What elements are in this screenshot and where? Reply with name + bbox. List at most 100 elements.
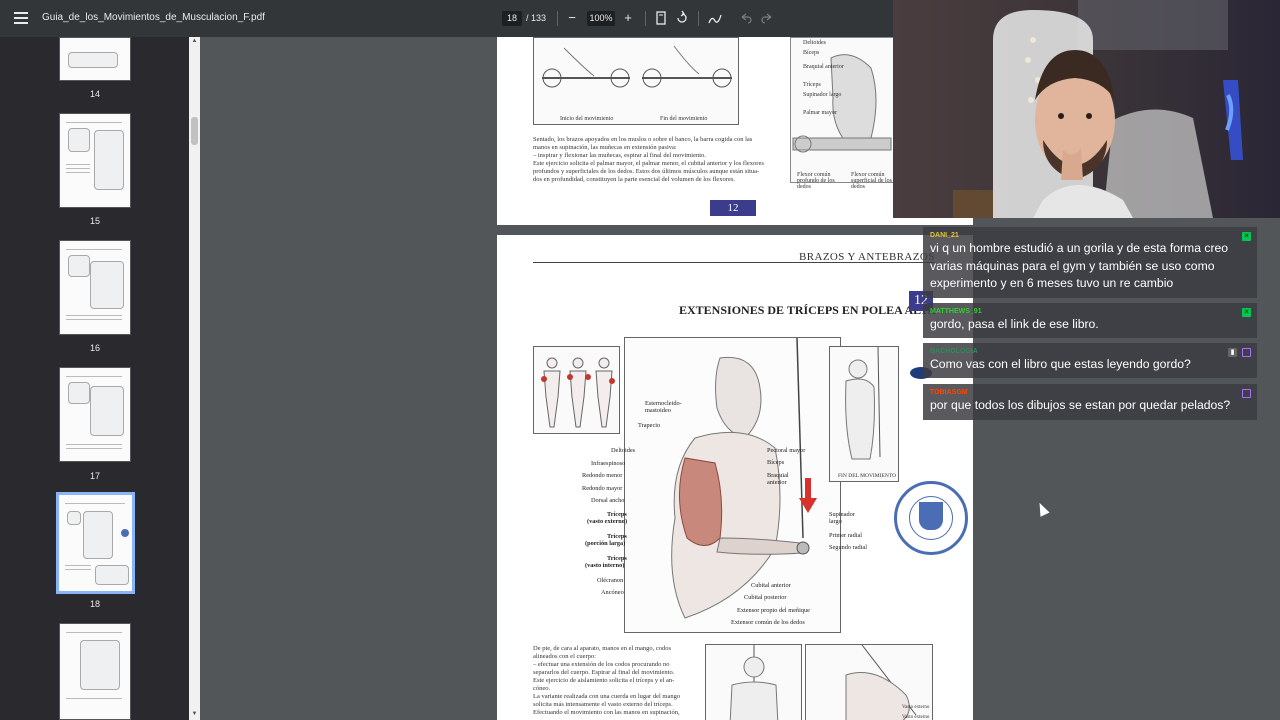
- caption-end: Fin del movimiento: [660, 116, 708, 122]
- label-vasto-externo: (vasto externo): [587, 518, 628, 525]
- thumb-line: [66, 315, 122, 316]
- label-triceps: Tríceps: [803, 82, 821, 88]
- sidebar-scrollbar-thumb[interactable]: [191, 117, 198, 145]
- text-line: De pie, de cara al aparato, manos en el …: [533, 645, 672, 652]
- undo-icon[interactable]: [737, 9, 755, 27]
- label-pectoral: Pectoral mayor: [767, 447, 806, 454]
- label-primer-radial: Primer radial: [829, 532, 863, 539]
- text-line: Este ejercicio solicita el palmar mayor,…: [533, 160, 764, 167]
- thumb-line: [66, 168, 90, 169]
- zoom-in-icon[interactable]: +: [619, 9, 637, 27]
- page-thumbnail-14[interactable]: [59, 37, 131, 81]
- chat-text: Como vas con el libro que estas leyendo …: [930, 357, 1191, 371]
- scroll-up-arrow-icon[interactable]: ▲: [191, 38, 198, 44]
- zoom-input[interactable]: 100%: [587, 11, 615, 26]
- page-thumbnail-19[interactable]: [59, 623, 131, 720]
- page-thumbnail-15[interactable]: [59, 113, 131, 208]
- text-line: – efectuar una extensión de los codos pr…: [533, 661, 670, 668]
- thumb-figure: [95, 565, 129, 585]
- thumbnail-label: 18: [89, 599, 100, 609]
- figure-wrist-curl: Inicio del movimiento Fin del movimiento: [533, 37, 739, 125]
- thumb-figure: [83, 511, 113, 559]
- page-thumbnail-18[interactable]: [56, 492, 135, 594]
- thumb-figure: [67, 511, 81, 525]
- figure-muscle-map: [533, 346, 620, 434]
- thumb-line: [65, 503, 125, 504]
- triceps-anatomy-illustration: [671, 337, 817, 619]
- streamer-webcam-image: [893, 0, 1280, 218]
- lower-left-illustration: [729, 645, 779, 720]
- redo-icon[interactable]: [758, 9, 776, 27]
- label-braquial: Braquial anterior: [803, 64, 844, 70]
- menu-icon[interactable]: [12, 9, 30, 27]
- chat-text: vi q un hombre estudió a un gorila y de …: [930, 241, 1229, 290]
- label-olecranon: Olécranon: [597, 577, 624, 584]
- text-line: alineados con el cuerpo:: [533, 653, 596, 660]
- thumb-figure: [90, 261, 124, 309]
- thumb-figure: [90, 386, 124, 436]
- text-line: Efectuando el movimiento con las manos e…: [533, 709, 680, 716]
- pdf-page-current: BRAZOS Y ANTEBRAZOS EXTENSIONES DE TRÍCE…: [497, 235, 973, 720]
- label-infraespinoso: Infraespinoso: [591, 460, 626, 467]
- label-ancóneo: Ancóneo: [601, 589, 624, 596]
- thumb-stamp: [121, 529, 129, 537]
- gift-badge-icon: ▮: [1228, 348, 1237, 357]
- rotate-icon[interactable]: [673, 9, 691, 27]
- label-biceps: Bíceps: [767, 459, 785, 466]
- label-porcion-larga: (porción larga): [585, 540, 626, 547]
- annotate-icon[interactable]: [706, 9, 724, 27]
- label-redondo-mayor: Redondo mayor: [582, 485, 623, 492]
- page-number-input[interactable]: 18: [502, 11, 522, 26]
- text-line: separarlos del cuerpo. Espirar al final …: [533, 669, 675, 676]
- text-line: Este ejercicio de aislamiento solicita e…: [533, 677, 675, 684]
- thumb-line: [66, 319, 122, 320]
- toolbar-separator: [698, 11, 699, 26]
- label-cubital-anterior: Cubital anterior: [751, 582, 791, 589]
- thumbnail-label: 17: [89, 471, 100, 481]
- text-line: solicita más intensamente el vasto exter…: [533, 701, 673, 708]
- exercise-description: De pie, de cara al aparato, manos en el …: [533, 645, 701, 717]
- label-extensor-menique: Extensor propio del meñique: [737, 607, 810, 614]
- zoom-out-icon[interactable]: −: [563, 9, 581, 27]
- thumb-line: [66, 249, 122, 250]
- heading-rule: [533, 262, 935, 263]
- label-supinador: Supinador: [829, 511, 855, 518]
- thumb-line: [65, 565, 91, 566]
- thumb-figure: [68, 52, 118, 68]
- thumb-line: [66, 122, 122, 123]
- label-anterior: anterior: [767, 479, 787, 486]
- page-number-badge: 12: [710, 200, 756, 216]
- text-line: – inspirar y flexionar las muñecas, espi…: [533, 152, 706, 159]
- page-thumbnail-17[interactable]: [59, 367, 131, 462]
- toolbar-separator: [645, 11, 646, 26]
- thumb-line: [66, 444, 122, 445]
- label-palmar: Palmar mayor: [803, 110, 837, 116]
- figure-triceps-anatomy: [624, 337, 841, 633]
- label-esternocleido: Esternocleido-: [645, 400, 682, 407]
- thumb-figure: [68, 382, 90, 404]
- text-line: Sentado, los brazos apoyados en los musl…: [533, 136, 753, 143]
- thumb-figure: [68, 255, 90, 277]
- end-movement-illustration: [845, 346, 881, 460]
- chat-username: BACHOLOGIA: [930, 348, 978, 355]
- chat-message: BACHOLOGIA Como vas con el libro que est…: [923, 343, 1257, 378]
- moderator-badge-icon: ✕: [1242, 308, 1251, 317]
- thumb-line: [66, 172, 90, 173]
- label-deltoides: Deltoides: [611, 447, 636, 454]
- caption-start: Inicio del movimiento: [560, 116, 614, 122]
- thumb-line: [66, 164, 90, 165]
- wrist-curl-illustration: [542, 45, 732, 88]
- thumb-figure: [94, 130, 124, 190]
- label-flexor-superficial: Flexor común superficial de los dedos: [851, 172, 892, 190]
- fit-page-icon[interactable]: [652, 9, 670, 27]
- text-line: dos en profundidad, constituyen la parte…: [533, 176, 735, 183]
- text-line: cóneo.: [533, 685, 551, 692]
- thumb-figure: [68, 128, 90, 152]
- chat-message: DANI_21 vi q un hombre estudió a un gori…: [923, 227, 1257, 298]
- label-segundo-radial: Segundo radial: [829, 544, 867, 551]
- chat-text: gordo, pasa el link de ese libro.: [930, 317, 1099, 331]
- label-biceps: Bíceps: [803, 50, 820, 56]
- scroll-down-arrow-icon[interactable]: ▼: [191, 711, 198, 717]
- page-thumbnail-16[interactable]: [59, 240, 131, 335]
- muscle-map-illustration: [541, 357, 615, 428]
